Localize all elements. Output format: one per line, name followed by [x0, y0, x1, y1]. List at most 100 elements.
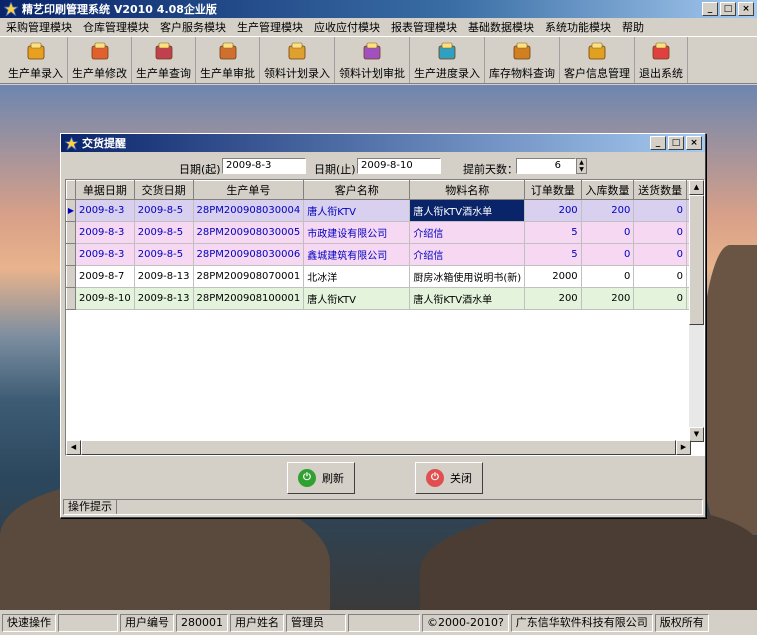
menu-production[interactable]: 生产管理模块: [237, 19, 303, 35]
toolbar-button-8[interactable]: 客户信息管理: [560, 37, 635, 83]
dialog-minimize-button[interactable]: _: [650, 136, 666, 150]
col-stock-qty[interactable]: 入库数量: [580, 180, 635, 200]
cell-order-no[interactable]: 28PM200908100001: [193, 287, 305, 310]
row-indicator[interactable]: [66, 221, 76, 244]
delivery-reminder-dialog: 交货提醒 _ □ × 日期(起) 2009-8-3 日期(止) 2009-8-1…: [60, 133, 706, 518]
cell-ship-qty[interactable]: 0: [633, 199, 687, 222]
row-indicator[interactable]: ▶: [66, 199, 76, 222]
cell-order-no[interactable]: 28PM200908070001: [193, 265, 305, 288]
refresh-button[interactable]: ⏻ 刷新: [287, 462, 355, 494]
col-ship-qty[interactable]: 送货数量: [633, 180, 687, 200]
cell-customer[interactable]: 市政建设有限公司: [303, 221, 411, 244]
row-indicator[interactable]: [66, 243, 76, 266]
col-order-no[interactable]: 生产单号: [192, 180, 305, 200]
cell-order-no[interactable]: 28PM200908030004: [193, 199, 305, 222]
dialog-maximize-button[interactable]: □: [668, 136, 684, 150]
cell-customer[interactable]: 唐人衔KTV: [303, 199, 411, 222]
vertical-scroll-thumb[interactable]: [689, 195, 704, 325]
cell-stock-qty[interactable]: 0: [581, 265, 635, 288]
close-window-button[interactable]: ×: [738, 2, 754, 16]
toolbar-button-4[interactable]: 领料计划录入: [260, 37, 335, 83]
cell-ship-qty[interactable]: 0: [633, 287, 687, 310]
toolbar-button-2[interactable]: 生产单查询: [132, 37, 196, 83]
menu-help[interactable]: 帮助: [622, 19, 644, 35]
col-delivery-date[interactable]: 交货日期: [133, 180, 194, 200]
advance-days-spinner[interactable]: 6: [516, 158, 576, 174]
toolbar-button-0[interactable]: 生产单录入: [4, 37, 68, 83]
cell-material[interactable]: 介绍信: [409, 243, 526, 266]
cell-delivery-date[interactable]: 2009-8-5: [134, 221, 194, 244]
cell-material[interactable]: 厨房冰箱使用说明书(新): [409, 265, 526, 288]
toolbar-button-1[interactable]: 生产单修改: [68, 37, 132, 83]
table-row[interactable]: 2009-8-7 2009-8-13 28PM200908070001 北冰洋 厨房冰箱…: [66, 265, 704, 288]
cell-order-no[interactable]: 28PM200908030005: [193, 221, 305, 244]
dialog-close-button[interactable]: ×: [686, 136, 702, 150]
date-end-input[interactable]: 2009-8-10: [357, 158, 441, 174]
cell-delivery-date[interactable]: 2009-8-13: [134, 265, 194, 288]
minimize-button[interactable]: _: [702, 2, 718, 16]
cell-material[interactable]: 唐人衔KTV酒水单: [409, 199, 526, 222]
grid-horizontal-scrollbar[interactable]: ◀ ▶: [66, 440, 691, 455]
cell-delivery-date[interactable]: 2009-8-5: [134, 199, 194, 222]
col-material[interactable]: 物料名称: [409, 180, 526, 200]
row-indicator[interactable]: [66, 287, 76, 310]
spinner-arrows-icon[interactable]: ▲ ▼: [576, 158, 587, 174]
table-row[interactable]: 2009-8-10 2009-8-13 28PM200908100001 唐人衔KTV…: [66, 287, 704, 310]
menu-customer-service[interactable]: 客户服务模块: [160, 19, 226, 35]
table-row[interactable]: 2009-8-3 2009-8-5 28PM200908030005 市政建设有限公司…: [66, 221, 704, 244]
toolbar-button-3[interactable]: 生产单审批: [196, 37, 260, 83]
menu-warehouse[interactable]: 仓库管理模块: [83, 19, 149, 35]
cell-stock-qty[interactable]: 200: [581, 287, 635, 310]
toolbar-button-7[interactable]: 库存物料查询: [485, 37, 560, 83]
cell-customer[interactable]: 鑫城建筑有限公司: [303, 243, 411, 266]
cell-stock-qty[interactable]: 200: [581, 199, 635, 222]
row-indicator[interactable]: [66, 265, 76, 288]
cell-delivery-date[interactable]: 2009-8-13: [134, 287, 194, 310]
cell-ship-qty[interactable]: 0: [633, 243, 687, 266]
menu-system[interactable]: 系统功能模块: [545, 19, 611, 35]
date-end-label: 日期(止): [314, 163, 356, 176]
cell-material[interactable]: 介绍信: [409, 221, 526, 244]
toolbar-button-9[interactable]: 退出系统: [635, 37, 688, 83]
cell-doc-date[interactable]: 2009-8-7: [75, 265, 135, 288]
quick-ops-label[interactable]: 快速操作: [2, 613, 56, 632]
col-customer[interactable]: 客户名称: [303, 180, 411, 200]
scroll-left-icon[interactable]: ◀: [66, 440, 81, 455]
cell-doc-date[interactable]: 2009-8-3: [75, 221, 135, 244]
cell-order-qty[interactable]: 200: [524, 287, 582, 310]
cell-material[interactable]: 唐人衔KTV酒水单: [409, 287, 526, 310]
cell-order-qty[interactable]: 2000: [524, 265, 582, 288]
cell-stock-qty[interactable]: 0: [581, 243, 635, 266]
toolbar-button-6[interactable]: 生产进度录入: [410, 37, 485, 83]
cell-customer[interactable]: 北冰洋: [303, 265, 411, 288]
scroll-down-icon[interactable]: ▼: [689, 427, 704, 442]
col-doc-date[interactable]: 单据日期: [74, 180, 135, 200]
col-order-qty[interactable]: 订单数量: [524, 180, 582, 200]
cell-ship-qty[interactable]: 0: [633, 265, 687, 288]
date-start-input[interactable]: 2009-8-3: [222, 158, 306, 174]
cell-order-qty[interactable]: 200: [524, 199, 582, 222]
maximize-button[interactable]: □: [720, 2, 736, 16]
toolbar-button-5[interactable]: 领料计划审批: [335, 37, 410, 83]
cell-delivery-date[interactable]: 2009-8-5: [134, 243, 194, 266]
horizontal-scroll-thumb[interactable]: [81, 440, 676, 455]
menu-finance[interactable]: 应收应付模块: [314, 19, 380, 35]
cell-doc-date[interactable]: 2009-8-10: [75, 287, 135, 310]
cell-stock-qty[interactable]: 0: [581, 221, 635, 244]
cell-order-qty[interactable]: 5: [524, 243, 582, 266]
cell-doc-date[interactable]: 2009-8-3: [75, 199, 135, 222]
menu-purchase[interactable]: 采购管理模块: [6, 19, 72, 35]
cell-doc-date[interactable]: 2009-8-3: [75, 243, 135, 266]
grid-vertical-scrollbar[interactable]: ▲ ▼: [689, 180, 704, 442]
menu-basic-data[interactable]: 基础数据模块: [468, 19, 534, 35]
close-button[interactable]: ⏻ 关闭: [415, 462, 483, 494]
scroll-right-icon[interactable]: ▶: [676, 440, 691, 455]
cell-ship-qty[interactable]: 0: [633, 221, 687, 244]
cell-customer[interactable]: 唐人衔KTV: [303, 287, 411, 310]
table-row[interactable]: ▶ 2009-8-3 2009-8-5 28PM200908030004 唐人衔KTV 唐…: [66, 199, 704, 222]
scroll-up-icon[interactable]: ▲: [689, 180, 704, 195]
cell-order-qty[interactable]: 5: [524, 221, 582, 244]
table-row[interactable]: 2009-8-3 2009-8-5 28PM200908030006 鑫城建筑有限公司…: [66, 243, 704, 266]
cell-order-no[interactable]: 28PM200908030006: [193, 243, 305, 266]
menu-reports[interactable]: 报表管理模块: [391, 19, 457, 35]
